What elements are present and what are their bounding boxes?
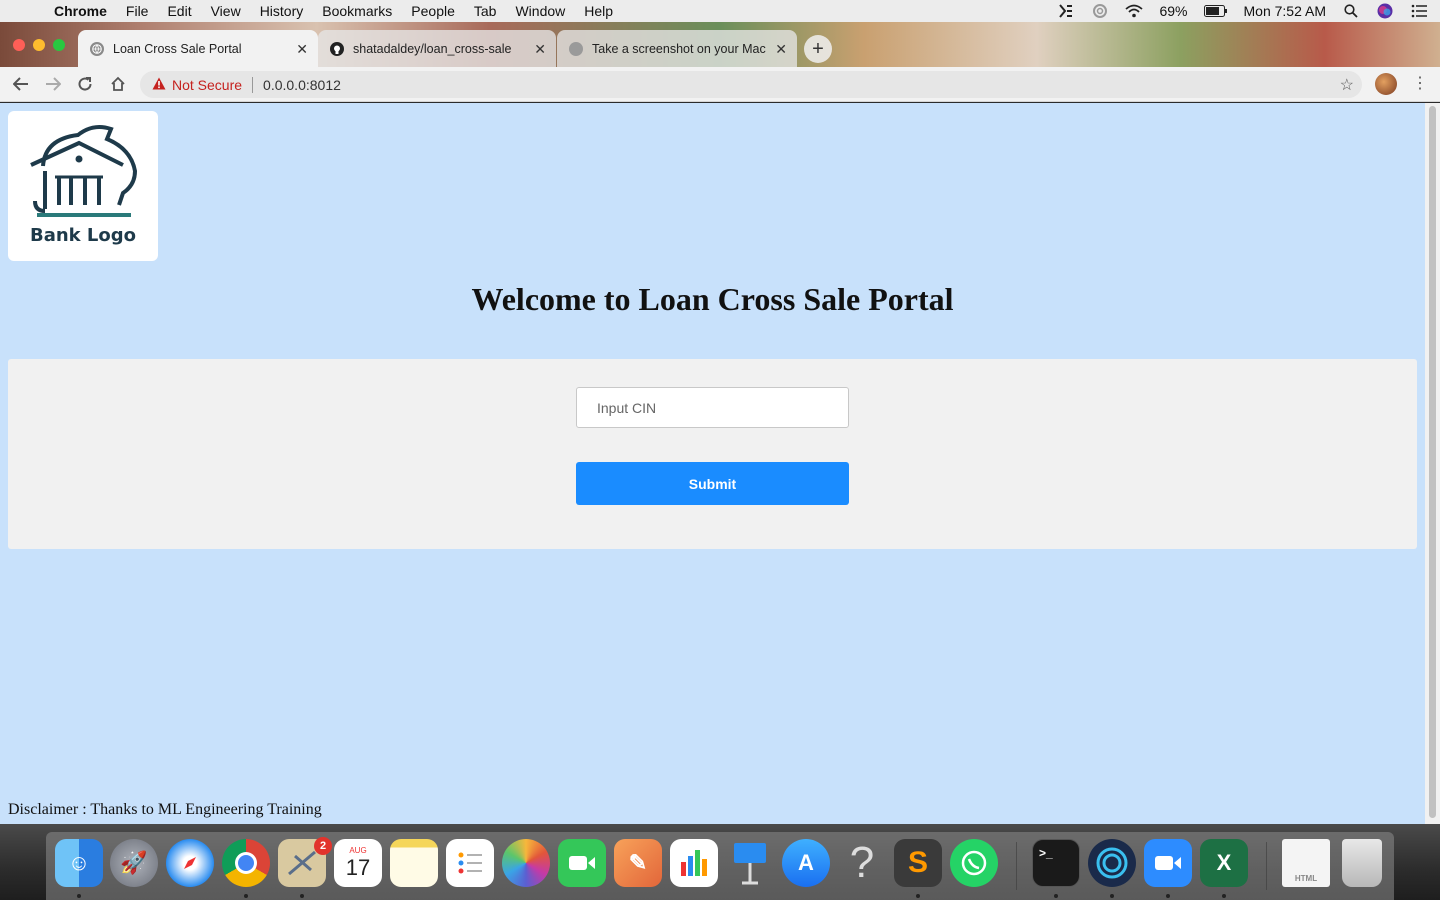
running-indicator (916, 894, 920, 898)
finder-icon[interactable]: ☺ (55, 839, 103, 887)
dock-separator (1266, 842, 1267, 890)
dock-separator (1016, 842, 1017, 890)
submit-button[interactable]: Submit (576, 462, 849, 505)
spotlight-search-icon[interactable] (1342, 3, 1360, 19)
profile-avatar[interactable] (1375, 73, 1397, 95)
omnibox-divider (252, 76, 254, 93)
excel-icon[interactable]: X (1200, 839, 1248, 887)
bank-logo: Bank Logo (8, 111, 158, 261)
warning-icon[interactable] (152, 77, 166, 93)
running-indicator (1110, 894, 1114, 898)
running-indicator (244, 894, 248, 898)
facetime-icon[interactable] (558, 839, 606, 887)
disclaimer-text: Disclaimer : Thanks to ML Engineering Tr… (8, 801, 322, 818)
safari-icon[interactable] (166, 839, 214, 887)
url-text[interactable]: 0.0.0.0:8012 (263, 77, 341, 93)
help-question-icon[interactable]: ? (838, 838, 886, 887)
cin-form-panel: Submit (8, 359, 1417, 549)
menu-bar-status-area: 69% Mon 7:52 AM (1057, 0, 1428, 22)
html-document-icon[interactable]: HTML (1282, 839, 1330, 887)
close-tab-icon[interactable]: ✕ (775, 41, 787, 58)
tab-title: shatadaldey/loan_cross-sale (353, 41, 512, 56)
running-indicator (300, 894, 304, 898)
running-indicator (77, 894, 81, 898)
zoom-window-button[interactable] (53, 39, 65, 51)
battery-icon[interactable] (1203, 3, 1228, 19)
running-indicator (1054, 894, 1058, 898)
notification-center-icon[interactable] (1410, 3, 1428, 19)
github-icon (330, 41, 344, 56)
close-tab-icon[interactable]: ✕ (296, 41, 308, 58)
menu-bookmarks[interactable]: Bookmarks (322, 3, 392, 19)
close-window-button[interactable] (13, 39, 25, 51)
sublime-text-icon[interactable]: S (894, 839, 942, 887)
menu-view[interactable]: View (211, 3, 241, 19)
reload-icon[interactable] (73, 73, 97, 95)
menu-edit[interactable]: Edit (167, 3, 191, 19)
menu-help[interactable]: Help (584, 3, 613, 19)
macos-dock: ☺ 🚀 2 AUG 17 ✎ A ? S >_ X HTML (46, 832, 1394, 900)
mail-icon[interactable]: 2 (278, 837, 332, 887)
back-arrow-icon[interactable] (9, 73, 33, 95)
notes-icon[interactable] (390, 839, 438, 887)
piggy-bank-icon (30, 125, 138, 217)
calendar-day: 17 (345, 854, 371, 880)
browser-toolbar: Not Secure 0.0.0.0:8012 ☆ ⋮ (0, 67, 1440, 102)
trash-icon[interactable] (1342, 839, 1382, 887)
menu-app-name[interactable]: Chrome (54, 3, 107, 19)
security-status-label[interactable]: Not Secure (172, 77, 242, 93)
launchpad-icon[interactable]: 🚀 (110, 839, 158, 887)
wifi-icon[interactable] (1125, 3, 1144, 19)
bookmark-star-icon[interactable]: ☆ (1340, 75, 1354, 95)
calendar-icon[interactable]: AUG 17 (334, 839, 382, 887)
pages-icon[interactable]: ✎ (614, 839, 662, 887)
tab-loan-cross-sale-portal[interactable]: Loan Cross Sale Portal ✕ (78, 30, 318, 67)
address-bar[interactable]: Not Secure 0.0.0.0:8012 ☆ (140, 71, 1362, 98)
menu-history[interactable]: History (260, 3, 304, 19)
macos-menu-bar: Chrome File Edit View History Bookmarks … (0, 0, 1440, 22)
zoom-icon[interactable] (1144, 839, 1192, 887)
home-icon[interactable] (106, 73, 130, 95)
forward-arrow-icon[interactable] (41, 73, 65, 95)
photos-icon[interactable] (502, 839, 550, 887)
tab-title: Take a screenshot on your Mac (592, 41, 766, 56)
tab-github-repo[interactable]: shatadaldey/loan_cross-sale ✕ (318, 30, 556, 67)
webex-icon[interactable] (1088, 839, 1136, 887)
menu-tab[interactable]: Tab (474, 3, 497, 19)
running-indicator (1166, 894, 1170, 898)
calendar-month: AUG (349, 845, 367, 855)
keynote-icon[interactable] (726, 839, 774, 887)
cin-input[interactable] (576, 387, 849, 428)
logo-text: Bank Logo (29, 225, 136, 246)
numbers-icon[interactable] (670, 839, 718, 887)
reminders-icon[interactable] (446, 839, 494, 887)
page-title: Welcome to Loan Cross Sale Portal (471, 281, 954, 317)
tab-title: Loan Cross Sale Portal (113, 41, 242, 56)
terminal-icon[interactable]: >_ (1032, 839, 1080, 887)
app-store-icon[interactable]: A (782, 839, 830, 887)
close-tab-icon[interactable]: ✕ (534, 41, 546, 58)
globe-icon (90, 41, 104, 56)
webex-status-icon[interactable] (1091, 3, 1109, 19)
chrome-icon[interactable] (222, 839, 270, 887)
menu-bar-clock[interactable]: Mon 7:52 AM (1244, 3, 1327, 19)
tab-apple-support[interactable]: Take a screenshot on your Mac ✕ (557, 30, 797, 67)
running-indicator (1222, 894, 1226, 898)
page-scrollbar[interactable] (1425, 103, 1440, 824)
mail-badge: 2 (314, 837, 332, 855)
scrollbar-thumb[interactable] (1429, 106, 1436, 818)
menu-file[interactable]: File (126, 3, 149, 19)
chrome-menu-icon[interactable]: ⋮ (1412, 73, 1428, 93)
new-tab-button[interactable]: + (804, 35, 832, 63)
whatsapp-icon[interactable] (950, 839, 998, 887)
menu-people[interactable]: People (411, 3, 455, 19)
siri-icon[interactable] (1376, 3, 1394, 19)
page-viewport: Bank Logo Welcome to Loan Cross Sale Por… (0, 103, 1425, 824)
apple-icon (569, 41, 583, 56)
battery-percent: 69% (1159, 3, 1188, 19)
menu-window[interactable]: Window (515, 3, 565, 19)
minimize-window-button[interactable] (33, 39, 45, 51)
keyboard-brightness-icon[interactable] (1057, 3, 1075, 19)
browser-tab-strip: Loan Cross Sale Portal ✕ shatadaldey/loa… (0, 22, 1440, 67)
